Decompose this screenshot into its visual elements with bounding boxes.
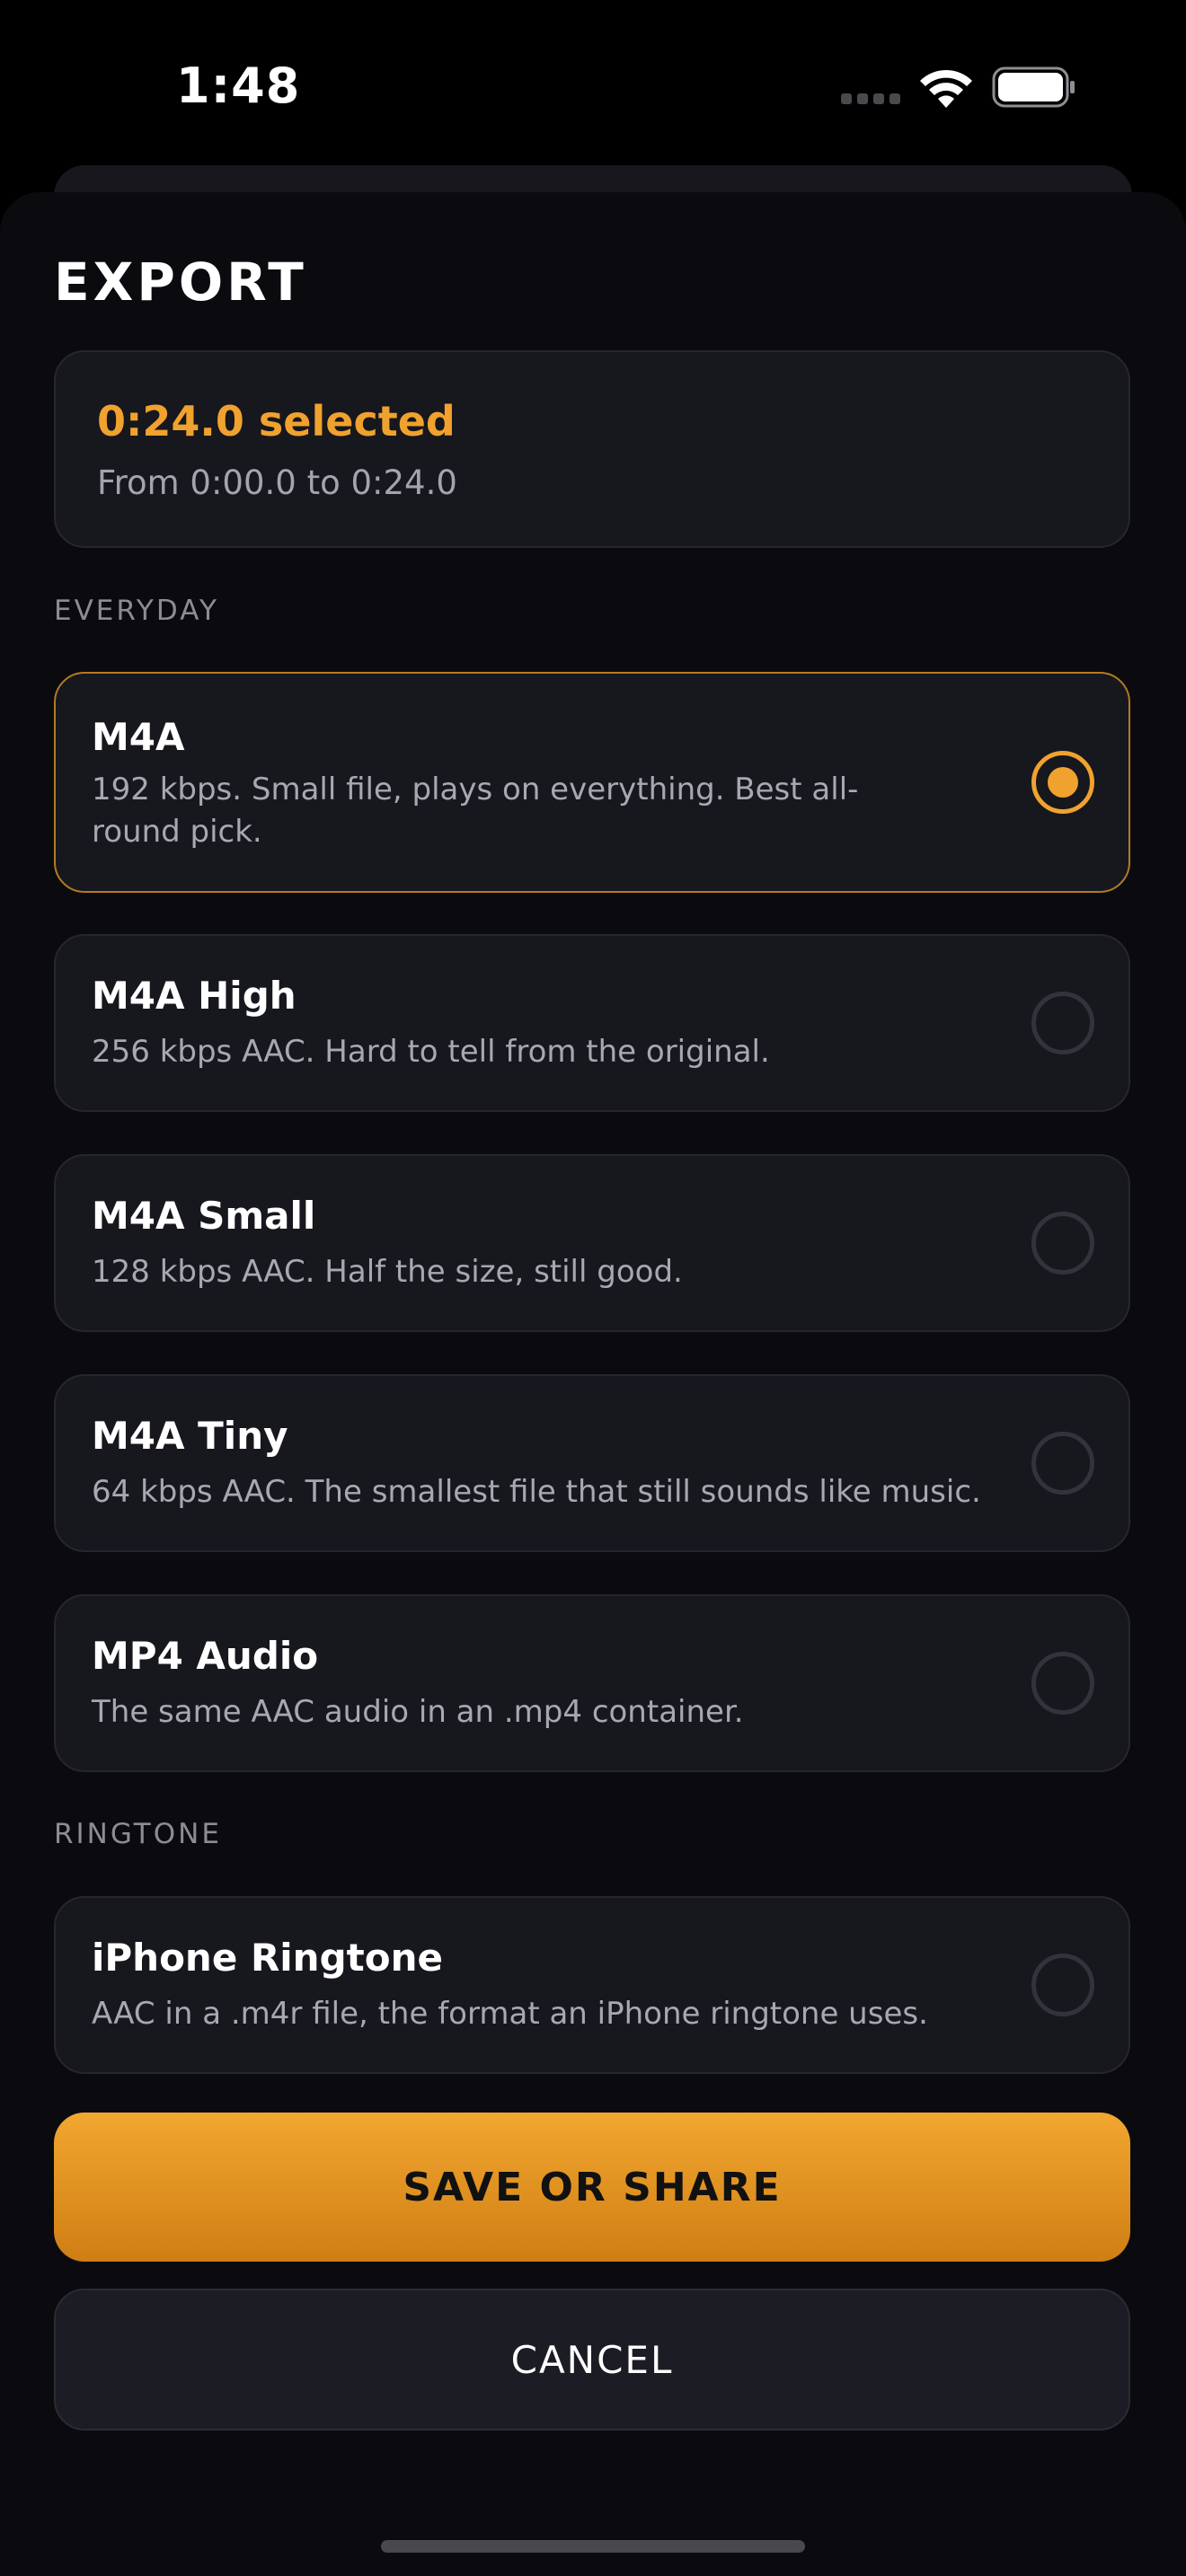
selection-range: From 0:00.0 to 0:24.0 xyxy=(97,463,457,502)
radio-unselected-icon[interactable] xyxy=(1031,1212,1094,1275)
radio-unselected-icon[interactable] xyxy=(1031,992,1094,1054)
option-description: 128 kbps AAC. Half the size, still good. xyxy=(92,1254,683,1290)
option-title: M4A High xyxy=(92,974,296,1018)
option-description: The same AAC audio in an .mp4 container. xyxy=(92,1694,744,1730)
screen: 1:48 EXPORT 0:24.0 selected From 0:00.0 … xyxy=(0,0,1186,2576)
battery-icon xyxy=(992,66,1075,108)
option-title: M4A Tiny xyxy=(92,1414,288,1458)
wifi-icon xyxy=(920,69,972,108)
format-option-m4a-tiny[interactable]: M4A Tiny 64 kbps AAC. The smallest file … xyxy=(54,1374,1130,1552)
radio-unselected-icon[interactable] xyxy=(1031,1652,1094,1715)
format-option-m4a[interactable]: M4A 192 kbps. Small file, plays on every… xyxy=(54,672,1130,893)
radio-selected-icon[interactable] xyxy=(1031,751,1094,814)
option-title: M4A Small xyxy=(92,1194,316,1238)
selection-duration: 0:24.0 selected xyxy=(97,397,456,446)
format-option-m4a-small[interactable]: M4A Small 128 kbps AAC. Half the size, s… xyxy=(54,1154,1130,1332)
status-time: 1:48 xyxy=(176,57,301,114)
option-description: 64 kbps AAC. The smallest file that stil… xyxy=(92,1474,981,1510)
format-option-iphone-ringtone[interactable]: iPhone Ringtone AAC in a .m4r file, the … xyxy=(54,1896,1130,2074)
format-option-mp4-audio[interactable]: MP4 Audio The same AAC audio in an .mp4 … xyxy=(54,1594,1130,1772)
option-description: 256 kbps AAC. Hard to tell from the orig… xyxy=(92,1034,770,1070)
option-title: iPhone Ringtone xyxy=(92,1936,443,1980)
cancel-button[interactable]: CANCEL xyxy=(54,2289,1130,2430)
home-indicator[interactable] xyxy=(381,2540,805,2553)
cellular-signal-icon xyxy=(841,93,902,106)
radio-unselected-icon[interactable] xyxy=(1031,1954,1094,2016)
radio-unselected-icon[interactable] xyxy=(1031,1432,1094,1495)
save-or-share-button[interactable]: SAVE OR SHARE xyxy=(54,2113,1130,2262)
cancel-label: CANCEL xyxy=(510,2337,674,2382)
section-label-ringtone: RINGTONE xyxy=(54,1818,222,1850)
format-option-m4a-high[interactable]: M4A High 256 kbps AAC. Hard to tell from… xyxy=(54,934,1130,1112)
save-or-share-label: SAVE OR SHARE xyxy=(403,2164,782,2210)
selection-summary-card: 0:24.0 selected From 0:00.0 to 0:24.0 xyxy=(54,350,1130,548)
option-title: M4A xyxy=(92,715,185,759)
option-description: 192 kbps. Small file, plays on everythin… xyxy=(92,772,859,850)
option-description: AAC in a .m4r file, the format an iPhone… xyxy=(92,1996,928,2032)
section-label-everyday: EVERYDAY xyxy=(54,595,219,627)
sheet-title: EXPORT xyxy=(54,251,307,313)
option-title: MP4 Audio xyxy=(92,1634,319,1678)
